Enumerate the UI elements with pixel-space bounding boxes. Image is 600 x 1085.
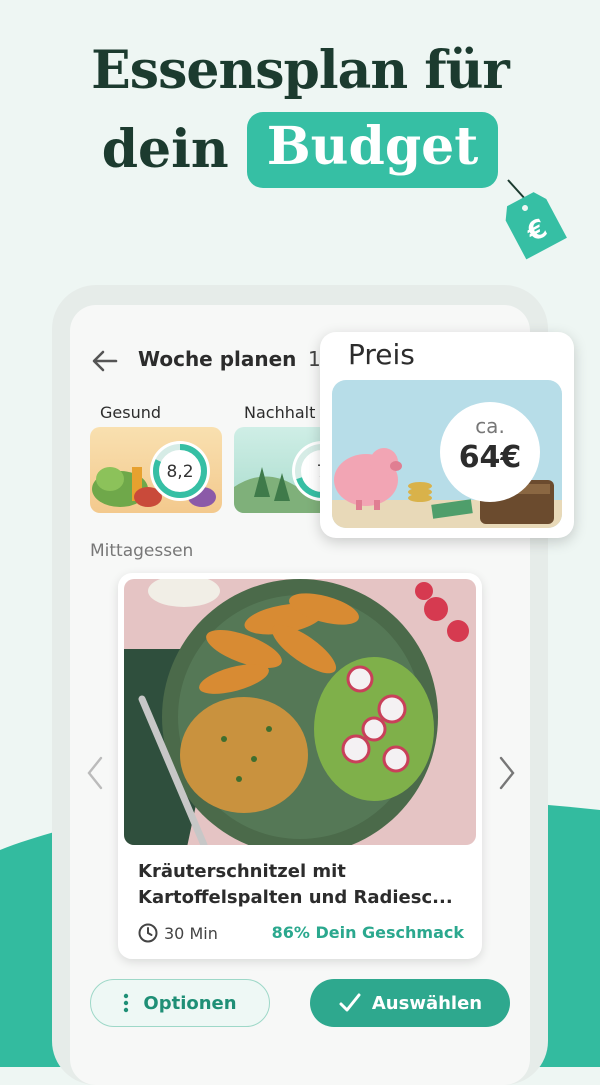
headline-prefix: dein bbox=[101, 119, 229, 180]
more-vertical-icon bbox=[124, 993, 129, 1013]
clock-icon bbox=[138, 923, 158, 943]
meal-image bbox=[124, 579, 476, 845]
taste-match: 86% Dein Geschmack bbox=[271, 923, 464, 942]
price-illustration: ca. 64€ bbox=[332, 380, 562, 528]
chevron-left-icon[interactable] bbox=[84, 755, 106, 791]
week-count: 1 bbox=[308, 347, 321, 371]
meal-title: Kräuterschnitzel mit Kartoffelspalten un… bbox=[138, 861, 453, 908]
check-icon bbox=[339, 993, 361, 1012]
meal-time: 30 Min bbox=[138, 923, 218, 943]
chevron-right-icon[interactable] bbox=[496, 755, 518, 791]
vegetables-illustration: 8,2 bbox=[92, 441, 216, 507]
section-label: Mittagessen bbox=[90, 541, 194, 561]
score-card-healthy[interactable]: 8,2 bbox=[90, 427, 222, 513]
price-value: 64€ bbox=[458, 440, 522, 475]
back-arrow-icon[interactable] bbox=[90, 347, 120, 375]
euro-tag-icon: € bbox=[505, 179, 567, 260]
budget-highlight: Budget bbox=[246, 112, 499, 188]
price-card: Preis ca. 64€ bbox=[320, 332, 574, 538]
meal-card[interactable]: Kräuterschnitzel mit Kartoffelspalten un… bbox=[118, 573, 482, 959]
headline-line1: Essensplan für bbox=[91, 40, 510, 101]
headline-line2: dein Budget bbox=[0, 112, 600, 188]
options-label: Optionen bbox=[143, 992, 237, 1014]
price-bubble: ca. 64€ bbox=[440, 402, 540, 502]
score-label-sustainable: Nachhalt bbox=[244, 403, 316, 422]
price-ca: ca. bbox=[475, 414, 505, 438]
select-label: Auswählen bbox=[371, 992, 483, 1014]
options-button[interactable]: Optionen bbox=[90, 979, 270, 1027]
meal-time-label: 30 Min bbox=[164, 923, 218, 943]
headline: Essensplan für dein Budget bbox=[0, 38, 600, 188]
page-title: Woche planen bbox=[138, 347, 297, 371]
select-button[interactable]: Auswählen bbox=[310, 979, 510, 1027]
score-label-healthy: Gesund bbox=[100, 403, 162, 422]
price-title: Preis bbox=[348, 338, 415, 371]
score-value-healthy: 8,2 bbox=[166, 462, 193, 482]
